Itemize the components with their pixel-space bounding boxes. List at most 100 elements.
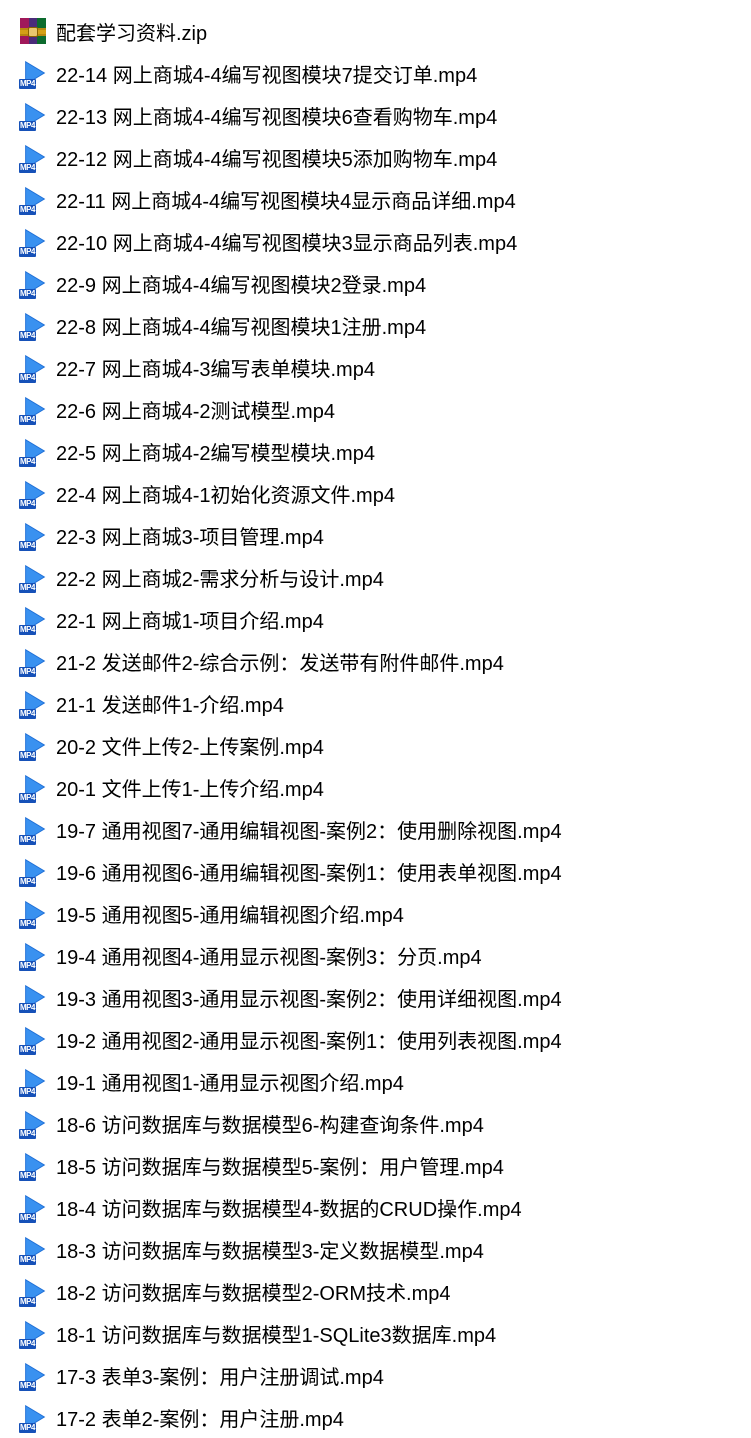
mp4-badge: MP4 — [19, 709, 36, 719]
file-name-label: 18-4 访问数据库与数据模型4-数据的CRUD操作.mp4 — [56, 1193, 522, 1222]
file-item[interactable]: MP422-7 网上商城4-3编写表单模块.mp4 — [20, 346, 751, 388]
file-item[interactable]: MP419-4 通用视图4-通用显示视图-案例3：分页.mp4 — [20, 934, 751, 976]
file-item[interactable]: MP419-7 通用视图7-通用编辑视图-案例2：使用删除视图.mp4 — [20, 808, 751, 850]
file-icon-wrap: MP4 — [20, 1276, 56, 1306]
file-name-label: 19-2 通用视图2-通用显示视图-案例1：使用列表视图.mp4 — [56, 1025, 562, 1054]
file-item[interactable]: MP422-5 网上商城4-2编写模型模块.mp4 — [20, 430, 751, 472]
file-item[interactable]: MP417-2 表单2-案例：用户注册.mp4 — [20, 1396, 751, 1438]
file-item[interactable]: MP422-9 网上商城4-4编写视图模块2登录.mp4 — [20, 262, 751, 304]
file-item[interactable]: 配套学习资料.zip — [20, 10, 751, 52]
file-name-label: 21-1 发送邮件1-介绍.mp4 — [56, 689, 284, 718]
file-item[interactable]: MP4 19-2 通用视图2-通用显示视图-案例1：使用列表视图.mp4 — [20, 1018, 751, 1060]
mp4-video-icon: MP4 — [20, 982, 50, 1012]
mp4-video-icon: MP4 — [20, 1360, 50, 1390]
file-item[interactable]: MP4 20-1 文件上传1-上传介绍.mp4 — [20, 766, 751, 808]
mp4-badge: MP4 — [19, 457, 36, 467]
mp4-badge: MP4 — [19, 1045, 36, 1055]
file-name-label: 18-1 访问数据库与数据模型1-SQLite3数据库.mp4 — [56, 1319, 496, 1348]
mp4-badge: MP4 — [19, 247, 36, 257]
mp4-badge: MP4 — [19, 919, 36, 929]
mp4-video-icon: MP4 — [20, 268, 50, 298]
file-name-label: 18-3 访问数据库与数据模型3-定义数据模型.mp4 — [56, 1235, 484, 1264]
mp4-badge: MP4 — [19, 1129, 36, 1139]
file-item[interactable]: MP418-4 访问数据库与数据模型4-数据的CRUD操作.mp4 — [20, 1186, 751, 1228]
mp4-video-icon: MP4 — [20, 604, 50, 634]
file-item[interactable]: MP4 19-6 通用视图6-通用编辑视图-案例1：使用表单视图.mp4 — [20, 850, 751, 892]
mp4-badge: MP4 — [19, 1087, 36, 1097]
zip-archive-icon — [20, 18, 46, 44]
file-name-label: 17-3 表单3-案例：用户注册调试.mp4 — [56, 1361, 384, 1390]
file-item[interactable]: MP418-1 访问数据库与数据模型1-SQLite3数据库.mp4 — [20, 1312, 751, 1354]
mp4-badge: MP4 — [19, 793, 36, 803]
file-name-label: 19-7 通用视图7-通用编辑视图-案例2：使用删除视图.mp4 — [56, 815, 562, 844]
mp4-badge: MP4 — [19, 121, 36, 131]
file-item[interactable]: MP422-12 网上商城4-4编写视图模块5添加购物车.mp4 — [20, 136, 751, 178]
file-item[interactable]: MP422-1 网上商城1-项目介绍.mp4 — [20, 598, 751, 640]
mp4-video-icon: MP4 — [20, 184, 50, 214]
file-name-label: 20-1 文件上传1-上传介绍.mp4 — [56, 773, 324, 802]
file-item[interactable]: MP422-11 网上商城4-4编写视图模块4显示商品详细.mp4 — [20, 178, 751, 220]
file-item[interactable]: MP4 18-3 访问数据库与数据模型3-定义数据模型.mp4 — [20, 1228, 751, 1270]
file-icon-wrap: MP4 — [20, 394, 56, 424]
file-item[interactable]: MP422-3 网上商城3-项目管理.mp4 — [20, 514, 751, 556]
file-name-label: 21-2 发送邮件2-综合示例：发送带有附件邮件.mp4 — [56, 647, 504, 676]
file-name-label: 配套学习资料.zip — [56, 17, 207, 46]
file-name-label: 22-11 网上商城4-4编写视图模块4显示商品详细.mp4 — [56, 185, 516, 214]
file-item[interactable]: MP419-5 通用视图5-通用编辑视图介绍.mp4 — [20, 892, 751, 934]
file-item[interactable]: MP4 21-2 发送邮件2-综合示例：发送带有附件邮件.mp4 — [20, 640, 751, 682]
mp4-video-icon: MP4 — [20, 58, 50, 88]
file-name-label: 19-6 通用视图6-通用编辑视图-案例1：使用表单视图.mp4 — [56, 857, 562, 886]
file-name-label: 18-2 访问数据库与数据模型2-ORM技术.mp4 — [56, 1277, 451, 1306]
file-list: 配套学习资料.zip MP422-14 网上商城4-4编写视图模块7提交订单.mp… — [20, 10, 751, 1438]
mp4-video-icon: MP4 — [20, 898, 50, 928]
mp4-video-icon: MP4 — [20, 352, 50, 382]
mp4-video-icon: MP4 — [20, 142, 50, 172]
file-icon-wrap: MP4 — [20, 1066, 56, 1096]
file-item[interactable]: MP420-2 文件上传2-上传案例.mp4 — [20, 724, 751, 766]
mp4-video-icon: MP4 — [20, 730, 50, 760]
mp4-badge: MP4 — [19, 877, 36, 887]
file-item[interactable]: MP4 22-10 网上商城4-4编写视图模块3显示商品列表.mp4 — [20, 220, 751, 262]
file-icon-wrap: MP4 — [20, 646, 56, 676]
file-icon-wrap: MP4 — [20, 856, 56, 886]
file-name-label: 22-1 网上商城1-项目介绍.mp4 — [56, 605, 324, 634]
mp4-video-icon: MP4 — [20, 1276, 50, 1306]
file-item[interactable]: MP4 21-1 发送邮件1-介绍.mp4 — [20, 682, 751, 724]
file-icon-wrap: MP4 — [20, 1234, 56, 1264]
file-item[interactable]: MP418-2 访问数据库与数据模型2-ORM技术.mp4 — [20, 1270, 751, 1312]
file-name-label: 17-2 表单2-案例：用户注册.mp4 — [56, 1403, 344, 1432]
file-name-label: 22-9 网上商城4-4编写视图模块2登录.mp4 — [56, 269, 426, 298]
mp4-video-icon: MP4 — [20, 394, 50, 424]
file-item[interactable]: MP422-13 网上商城4-4编写视图模块6查看购物车.mp4 — [20, 94, 751, 136]
mp4-video-icon: MP4 — [20, 520, 50, 550]
file-item[interactable]: MP422-14 网上商城4-4编写视图模块7提交订单.mp4 — [20, 52, 751, 94]
mp4-video-icon: MP4 — [20, 856, 50, 886]
mp4-video-icon: MP4 — [20, 1318, 50, 1348]
file-item[interactable]: MP422-4 网上商城4-1初始化资源文件.mp4 — [20, 472, 751, 514]
mp4-badge: MP4 — [19, 583, 36, 593]
mp4-badge: MP4 — [19, 1171, 36, 1181]
file-item[interactable]: MP422-6 网上商城4-2测试模型.mp4 — [20, 388, 751, 430]
file-name-label: 22-3 网上商城3-项目管理.mp4 — [56, 521, 324, 550]
file-item[interactable]: MP419-3 通用视图3-通用显示视图-案例2：使用详细视图.mp4 — [20, 976, 751, 1018]
file-name-label: 18-5 访问数据库与数据模型5-案例：用户管理.mp4 — [56, 1151, 504, 1180]
file-item[interactable]: MP422-2 网上商城2-需求分析与设计.mp4 — [20, 556, 751, 598]
file-item[interactable]: MP422-8 网上商城4-4编写视图模块1注册.mp4 — [20, 304, 751, 346]
file-icon-wrap: MP4 — [20, 100, 56, 130]
file-item[interactable]: MP417-3 表单3-案例：用户注册调试.mp4 — [20, 1354, 751, 1396]
file-name-label: 19-3 通用视图3-通用显示视图-案例2：使用详细视图.mp4 — [56, 983, 562, 1012]
file-item[interactable]: MP418-6 访问数据库与数据模型6-构建查询条件.mp4 — [20, 1102, 751, 1144]
mp4-video-icon: MP4 — [20, 310, 50, 340]
mp4-badge: MP4 — [19, 667, 36, 677]
file-name-label: 22-6 网上商城4-2测试模型.mp4 — [56, 395, 335, 424]
file-icon-wrap: MP4 — [20, 604, 56, 634]
mp4-video-icon: MP4 — [20, 100, 50, 130]
file-item[interactable]: MP419-1 通用视图1-通用显示视图介绍.mp4 — [20, 1060, 751, 1102]
mp4-video-icon: MP4 — [20, 688, 50, 718]
file-item[interactable]: MP4 18-5 访问数据库与数据模型5-案例：用户管理.mp4 — [20, 1144, 751, 1186]
mp4-video-icon: MP4 — [20, 562, 50, 592]
file-name-label: 22-10 网上商城4-4编写视图模块3显示商品列表.mp4 — [56, 227, 517, 256]
mp4-badge: MP4 — [19, 1255, 36, 1265]
mp4-video-icon: MP4 — [20, 1108, 50, 1138]
file-icon-wrap: MP4 — [20, 58, 56, 88]
